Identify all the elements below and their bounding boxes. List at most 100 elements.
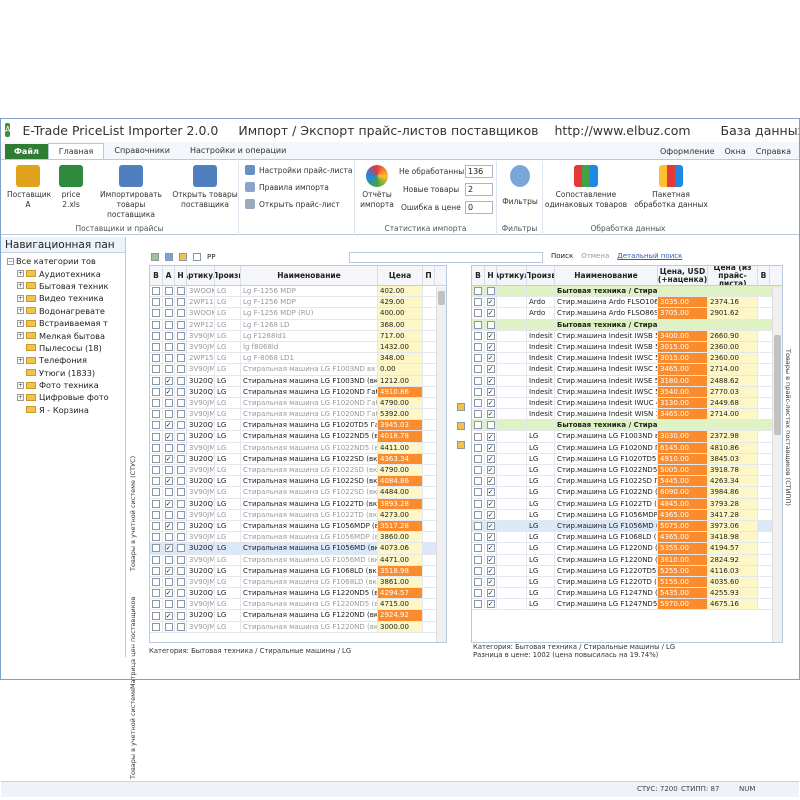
table-row[interactable]: ✓ 3U20Q7 LG Стиральная машина LG F1022SD (в…: [150, 476, 446, 488]
row-checkbox[interactable]: [152, 376, 160, 385]
table-row[interactable]: ✓ LG Стир.машина LG F1068LD (вк 4365.00 3418…: [472, 532, 782, 544]
row-checkbox[interactable]: [176, 566, 185, 575]
table-row[interactable]: ✓ LG Стир.машина LG F1003ND вкы 3030.00 2372…: [472, 431, 782, 443]
row-checkbox[interactable]: [164, 488, 173, 497]
row-checkbox[interactable]: [152, 555, 160, 564]
nav-item[interactable]: + Водонагревате: [7, 305, 125, 317]
table-row[interactable]: 3V90JM LG Стиральная машина LG F1022SD (вк…: [150, 465, 446, 477]
vtab-matrix[interactable]: Матрица цен поставщиков: [129, 579, 137, 689]
row-checkbox[interactable]: [164, 622, 173, 631]
rcol-v[interactable]: В: [472, 266, 485, 285]
row-checkbox[interactable]: [152, 287, 160, 296]
nav-item[interactable]: Утюги (1833): [7, 367, 125, 379]
row-checkbox[interactable]: [176, 454, 185, 463]
row-checkbox[interactable]: [176, 331, 185, 340]
table-row[interactable]: 3V90JMLGСтиральная машина LG F1056MD (вк…: [150, 554, 446, 566]
row-checkbox[interactable]: [474, 555, 482, 564]
table-row[interactable]: ✓ 3U20Q7 LG Стиральная машина LG F1020TD5 Г…: [150, 420, 446, 432]
row-checkbox[interactable]: [474, 432, 482, 441]
folder-icon[interactable]: [179, 253, 187, 261]
row-checkbox[interactable]: ✓: [486, 376, 495, 385]
row-checkbox[interactable]: [474, 443, 482, 452]
row-checkbox[interactable]: [486, 287, 495, 296]
table-row[interactable]: 3V90JM LG Стиральная машина LG F1022ND5 (в…: [150, 442, 446, 454]
row-checkbox[interactable]: [474, 600, 482, 609]
row-checkbox[interactable]: ✓: [486, 454, 495, 463]
table-row[interactable]: ✓ LGСтир.машина LG F1022ND5 (вкы5005.0039…: [472, 465, 782, 477]
transfer3-icon[interactable]: [457, 441, 465, 449]
row-checkbox[interactable]: ✓: [486, 298, 495, 307]
row-checkbox[interactable]: ✓: [164, 566, 173, 575]
row-checkbox[interactable]: [474, 589, 482, 598]
row-checkbox[interactable]: [176, 510, 185, 519]
row-checkbox[interactable]: [176, 622, 185, 631]
table-row[interactable]: ✓ Indesit Стир.машина Indesit IWSB 50E 3400…: [472, 330, 782, 342]
row-checkbox[interactable]: [474, 410, 482, 419]
tab-references[interactable]: Справочники: [104, 143, 180, 159]
table-row[interactable]: ✓ 3U20Q7 LG Стиральная машина LG F1220ND (в…: [150, 610, 446, 622]
row-checkbox[interactable]: [164, 533, 173, 542]
nav-item[interactable]: + Цифровые фото: [7, 391, 125, 403]
table-row[interactable]: ✓ LG Стир.машина LG F1020ND Габ 6145.00 4810…: [472, 442, 782, 454]
table-row[interactable]: ✓ LGСтир.машина LG F1056MD (вкь5075.00397…: [472, 520, 782, 533]
table-row[interactable]: ✓ Indesit Стир.машина Indesit IWSC 51C 3540…: [472, 386, 782, 398]
row-checkbox[interactable]: [164, 298, 173, 307]
unprocessed-value[interactable]: 136: [465, 165, 493, 178]
table-row[interactable]: ✓ 3U20Q7 LG Стиральная машина LG F1220ND5 (…: [150, 588, 446, 600]
row-checkbox[interactable]: ✓: [486, 343, 495, 352]
row-checkbox[interactable]: [176, 365, 185, 374]
row-checkbox[interactable]: [164, 466, 173, 475]
row-checkbox[interactable]: ✓: [486, 398, 495, 407]
nav-item[interactable]: + Мелкая бытова: [7, 329, 125, 341]
row-checkbox[interactable]: [474, 488, 482, 497]
row-checkbox[interactable]: ✓: [486, 600, 495, 609]
row-checkbox[interactable]: ✓: [164, 611, 173, 620]
table-row[interactable]: 3V90JMLGСтиральная машина LG F1020ND Габ…: [150, 397, 446, 410]
cancel-button[interactable]: Отмена: [581, 252, 609, 260]
compare-button[interactable]: Сопоставление одинаковых товаров: [543, 161, 629, 210]
table-row[interactable]: ✓ LGСтир.машина LG F1220TD5 (вк5255.00411…: [472, 565, 782, 577]
row-checkbox[interactable]: [164, 365, 173, 374]
row-checkbox[interactable]: [474, 343, 482, 352]
row-checkbox[interactable]: [474, 499, 482, 508]
row-checkbox[interactable]: [152, 387, 160, 396]
row-checkbox[interactable]: [164, 398, 173, 407]
col-prod[interactable]: Произв: [215, 266, 241, 285]
table-row[interactable]: ✓ LG Стир.машина LG F1022SD Габ 5445.00 4263…: [472, 476, 782, 488]
row-checkbox[interactable]: [474, 398, 482, 407]
import-rules-button[interactable]: Правила импорта: [245, 182, 329, 192]
expand-icon[interactable]: +: [17, 282, 24, 290]
table-row[interactable]: ✓ 3U20Q7 LG Стиральная машина LG F1022TD (в…: [150, 498, 446, 510]
table-row[interactable]: ✓ 3U20Q7 LG Стиральная машина LG F1020ND Га…: [150, 386, 446, 398]
row-checkbox[interactable]: [176, 499, 185, 508]
row-checkbox[interactable]: [152, 622, 160, 631]
table-row[interactable]: ✓ LGСтир.машина LG F1247ND5 (вк5970.00467…: [472, 599, 782, 611]
table-row[interactable]: ✓ Ardo Стир.машина Ardo FLSO106L г 3035.00 2…: [472, 297, 782, 309]
row-checkbox[interactable]: [474, 477, 482, 486]
row-checkbox[interactable]: [474, 566, 482, 575]
table-row[interactable]: ✓ LGСтир.машина LG F1056MDP (вкы4365.0034…: [472, 509, 782, 521]
row-checkbox[interactable]: [152, 522, 160, 531]
table-row[interactable]: 3V90JM LG Стиральная машина LG F1022SD (вк…: [150, 487, 446, 499]
left-scrollbar[interactable]: [436, 287, 446, 642]
reports-button[interactable]: Отчёты импорта: [359, 161, 395, 210]
table-row[interactable]: 2WP125LGLg F-1268 LD368.00: [150, 319, 446, 331]
table-row[interactable]: ✓ 3U20Q7 LG Стиральная машина LG F1022ND5 (…: [150, 431, 446, 443]
expand-icon[interactable]: +: [17, 356, 24, 364]
category-row[interactable]: Бытовая техника / Стира: [472, 420, 782, 432]
row-checkbox[interactable]: ✓: [164, 522, 173, 531]
table-row[interactable]: 3V90JM LG Стиральная машина LG F1068LD (вк…: [150, 576, 446, 589]
table-row[interactable]: 3V90JM LG Стиральная машина LG F1220ND5 (в…: [150, 599, 446, 611]
row-checkbox[interactable]: [176, 432, 185, 441]
row-checkbox[interactable]: [176, 488, 185, 497]
row-checkbox[interactable]: ✓: [486, 443, 495, 452]
row-checkbox[interactable]: [164, 287, 173, 296]
table-row[interactable]: ✓ IndesitСтир.машина Indesit IWUC 41C3130…: [472, 397, 782, 410]
row-checkbox[interactable]: ✓: [486, 589, 495, 598]
tab-main[interactable]: Главная: [47, 143, 105, 159]
price-error-value[interactable]: 0: [465, 201, 493, 214]
pricelist-settings-button[interactable]: Настройки прайс-листа: [245, 165, 352, 175]
row-checkbox[interactable]: [474, 309, 482, 318]
row-checkbox[interactable]: [176, 354, 185, 363]
table-row[interactable]: ✓ IndesitСтир.машина Indesit WISN 10C3465…: [472, 409, 782, 421]
